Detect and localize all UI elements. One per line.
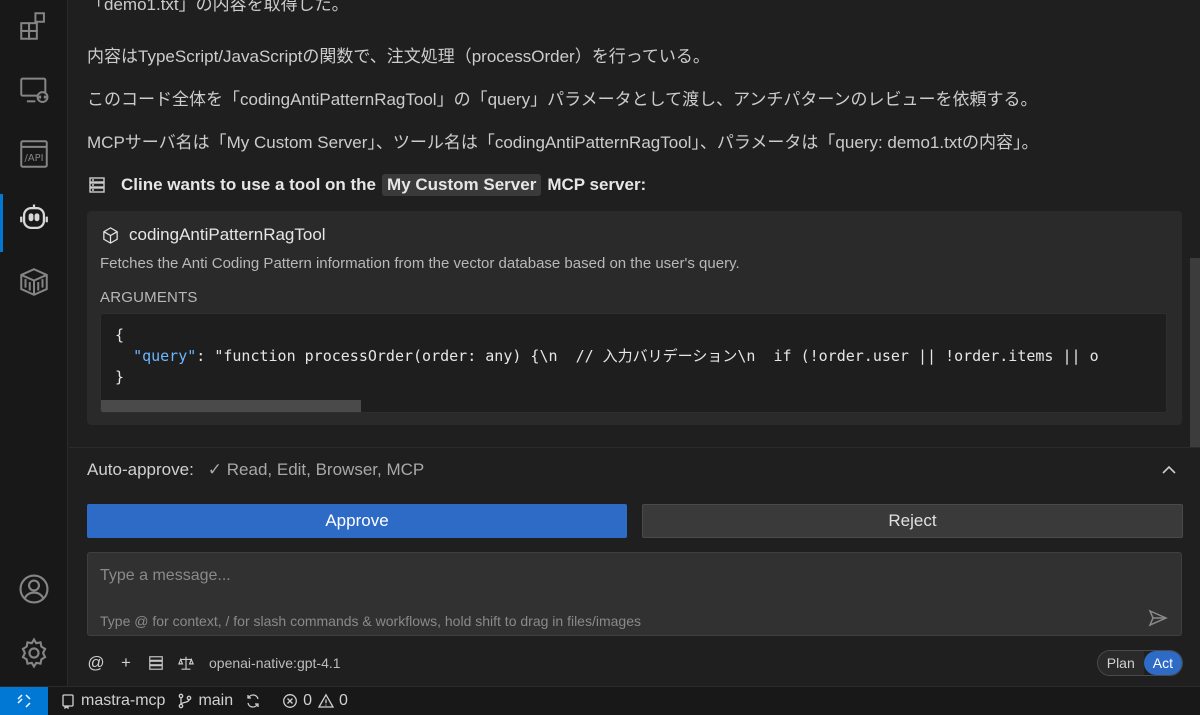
tool-name-text: codingAntiPatternRagTool (129, 225, 326, 244)
chat-message-line: 内容はTypeScript/JavaScriptの関数で、注文処理（proces… (87, 47, 710, 66)
tool-name: codingAntiPatternRagTool (101, 225, 326, 245)
code-close-brace: } (115, 368, 125, 386)
auto-approve-values: ✓ Read, Edit, Browser, MCP (207, 460, 425, 479)
server-icon (89, 177, 105, 193)
server-name-chip: My Custom Server (382, 174, 542, 196)
chevron-up-icon[interactable] (1160, 461, 1178, 479)
tool-request-prefix: Cline wants to use a tool on the (121, 175, 377, 194)
api-icon-label: /API (24, 153, 43, 164)
workspace-item[interactable]: mastra-mcp (60, 692, 165, 710)
arguments-label: ARGUMENTS (100, 289, 198, 306)
chat-message-line: このコード全体を「codingAntiPatternRagTool」の「quer… (87, 90, 1038, 109)
problems-item[interactable]: 0 0 (282, 692, 348, 710)
remote-indicator[interactable] (0, 686, 48, 715)
error-count: 0 (303, 692, 313, 709)
repo-icon (62, 694, 74, 709)
account-icon[interactable] (0, 561, 68, 617)
add-icon[interactable]: + (117, 653, 135, 672)
error-icon (283, 694, 298, 708)
cline-chat-panel: 「demo1.txt」の内容を取得した。 内容はTypeScript/JavaS… (69, 0, 1200, 686)
scale-icon[interactable] (177, 654, 195, 672)
settings-gear-icon[interactable] (0, 625, 68, 681)
extensions-icon[interactable] (0, 0, 68, 54)
branch-item[interactable]: main (177, 692, 233, 710)
message-input[interactable] (100, 565, 1100, 587)
tool-request-suffix: MCP server: (547, 175, 647, 194)
cube-icon (103, 226, 118, 244)
send-icon[interactable] (1147, 607, 1169, 629)
warning-count: 0 (339, 692, 348, 709)
chat-message-partial: 「demo1.txt」の内容を取得した。 (87, 0, 349, 14)
remote-icon (17, 694, 31, 708)
sync-icon (247, 694, 259, 708)
at-mention-icon[interactable]: @ (87, 653, 105, 672)
reject-button[interactable]: Reject (642, 504, 1183, 538)
auto-approve-bar[interactable]: Auto-approve: ✓ Read, Edit, Browser, MCP (87, 460, 424, 480)
status-bar: mastra-mcp main 0 0 (0, 686, 1200, 715)
horizontal-scrollbar[interactable] (101, 400, 361, 412)
cline-robot-icon[interactable] (0, 190, 68, 252)
code-open-brace: { (115, 326, 125, 344)
approve-button[interactable]: Approve (87, 504, 627, 538)
git-branch-icon (179, 693, 192, 709)
message-input-box: Type @ for context, / for slash commands… (87, 552, 1182, 636)
tool-request-header: Cline wants to use a tool on the My Cust… (87, 172, 646, 198)
api-icon[interactable]: /API (0, 126, 68, 182)
code-key: "query" (133, 347, 197, 365)
activity-bar: /API (0, 0, 68, 686)
tool-description: Fetches the Anti Coding Pattern informat… (100, 255, 740, 272)
tool-card: codingAntiPatternRagTool Fetches the Ant… (87, 211, 1182, 425)
workspace-name: mastra-mcp (81, 692, 166, 709)
code-value: : "function processOrder(order: any) {\n… (196, 347, 1099, 365)
vertical-scrollbar[interactable] (1190, 258, 1200, 448)
mcp-servers-icon[interactable] (147, 654, 165, 672)
auto-approve-label: Auto-approve: (87, 460, 194, 479)
arguments-code-block[interactable]: { "query": "function processOrder(order:… (100, 313, 1167, 413)
input-hint: Type @ for context, / for slash commands… (100, 613, 641, 629)
plan-mode-button[interactable]: Plan (1097, 651, 1144, 675)
model-selector[interactable]: openai-native:gpt-4.1 (209, 655, 341, 671)
bottom-panel: Auto-approve: ✓ Read, Edit, Browser, MCP … (69, 447, 1200, 686)
chat-toolbar: @ + openai-native:gpt-4.1 (87, 652, 341, 674)
plan-act-toggle[interactable]: Plan Act (1096, 650, 1183, 676)
remote-explorer-icon[interactable] (0, 62, 68, 118)
act-mode-button[interactable]: Act (1143, 651, 1182, 675)
package-icon[interactable] (0, 254, 68, 310)
sync-item[interactable] (245, 693, 266, 709)
warning-icon (318, 693, 335, 708)
branch-name: main (198, 692, 234, 709)
chat-message-line: MCPサーバ名は「My Custom Server」、ツール名は「codingA… (87, 133, 1039, 152)
